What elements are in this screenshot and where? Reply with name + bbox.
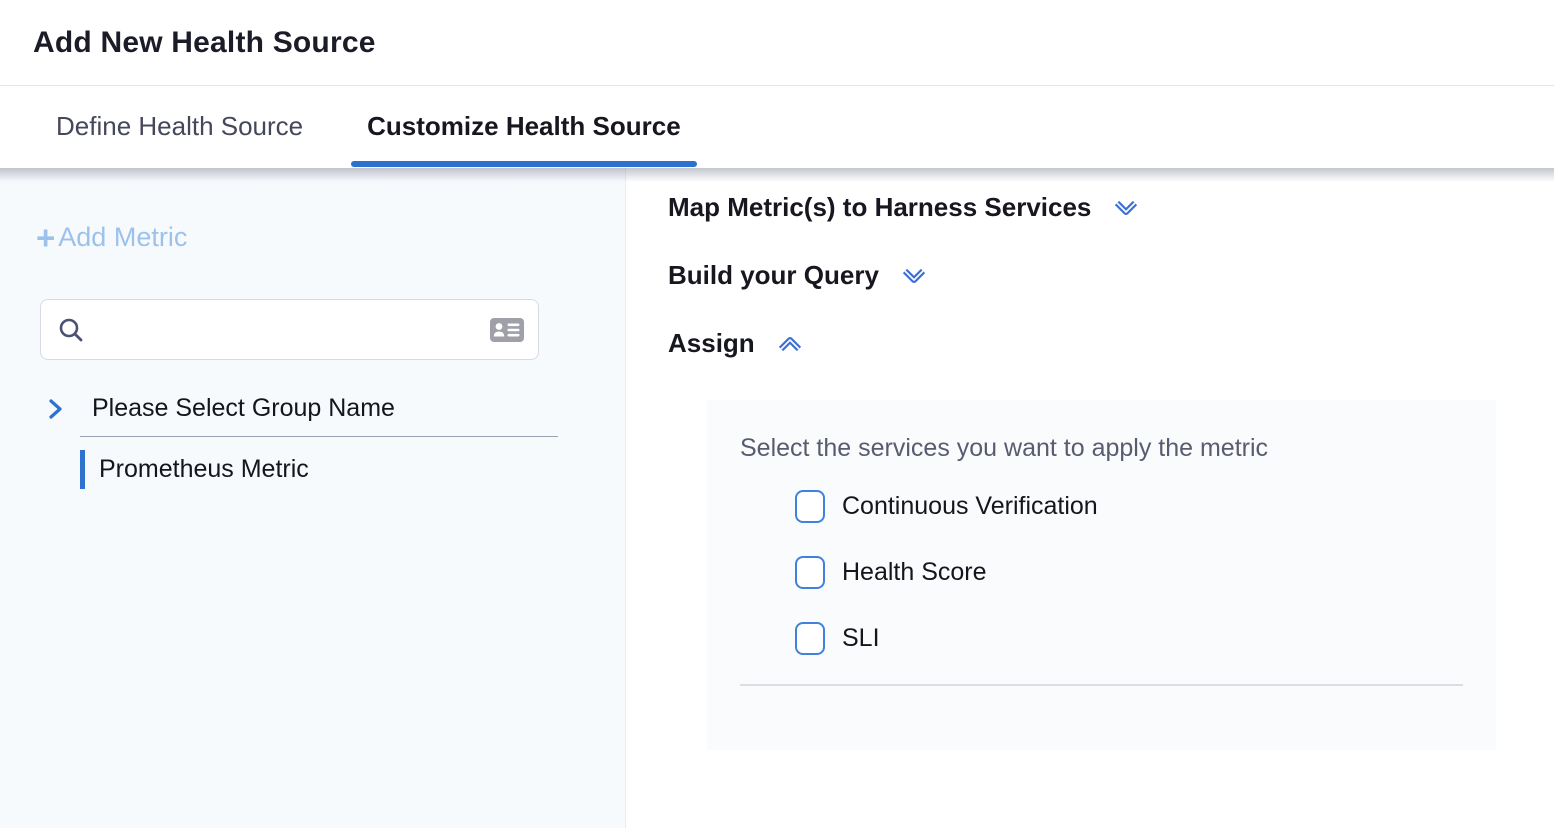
section-title: Build your Query bbox=[668, 260, 879, 291]
assign-panel: Select the services you want to apply th… bbox=[707, 400, 1496, 750]
group-name-label: Please Select Group Name bbox=[92, 394, 395, 423]
checkbox-label: SLI bbox=[842, 624, 880, 653]
continuous-verification-checkbox[interactable] bbox=[795, 490, 825, 523]
checkbox-label: Health Score bbox=[842, 558, 987, 587]
search-input[interactable] bbox=[95, 315, 479, 345]
metric-group-expander[interactable]: Please Select Group Name bbox=[0, 394, 395, 423]
group-divider bbox=[80, 436, 558, 437]
section-title: Map Metric(s) to Harness Services bbox=[668, 192, 1091, 223]
assign-prompt: Select the services you want to apply th… bbox=[707, 400, 1496, 463]
tab-customize-health-source[interactable]: Customize Health Source bbox=[351, 86, 697, 167]
add-metric-label: Add Metric bbox=[58, 222, 187, 253]
plus-icon: + bbox=[36, 224, 55, 251]
health-score-checkbox[interactable] bbox=[795, 556, 825, 589]
chevron-up-icon bbox=[775, 329, 805, 359]
section-title: Assign bbox=[668, 328, 755, 359]
metric-search-box bbox=[40, 299, 539, 360]
tab-label: Customize Health Source bbox=[367, 111, 681, 142]
chevron-down-icon bbox=[899, 261, 929, 291]
add-health-source-dialog: Add New Health Source Define Health Sour… bbox=[0, 0, 1554, 828]
section-build-query-toggle[interactable]: Build your Query bbox=[668, 261, 929, 290]
chevron-right-icon bbox=[42, 396, 68, 422]
sli-checkbox[interactable] bbox=[795, 622, 825, 655]
section-assign-toggle[interactable]: Assign bbox=[668, 329, 805, 358]
dialog-header: Add New Health Source bbox=[0, 0, 1554, 86]
page-title: Add New Health Source bbox=[33, 26, 376, 60]
tab-bar: Define Health Source Customize Health So… bbox=[0, 86, 1554, 167]
checkbox-label: Continuous Verification bbox=[842, 492, 1098, 521]
metrics-sidebar: + Add Metric bbox=[0, 168, 626, 828]
customize-health-source-panel: Map Metric(s) to Harness Services Build … bbox=[626, 168, 1554, 828]
search-icon bbox=[57, 316, 85, 344]
dialog-body: + Add Metric bbox=[0, 168, 1554, 828]
contact-card-list-icon[interactable] bbox=[489, 315, 525, 345]
metric-list-item-prometheus[interactable]: Prometheus Metric bbox=[80, 450, 309, 489]
section-map-metrics-toggle[interactable]: Map Metric(s) to Harness Services bbox=[668, 193, 1141, 222]
assign-divider bbox=[740, 684, 1463, 686]
add-metric-button[interactable]: + Add Metric bbox=[36, 222, 187, 253]
chevron-down-icon bbox=[1111, 193, 1141, 223]
option-row-sli: SLI bbox=[795, 621, 1496, 655]
metric-item-label: Prometheus Metric bbox=[99, 455, 309, 484]
option-row-continuous-verification: Continuous Verification bbox=[795, 489, 1496, 523]
option-row-health-score: Health Score bbox=[795, 555, 1496, 589]
active-tab-underline bbox=[351, 161, 697, 167]
tab-define-health-source[interactable]: Define Health Source bbox=[56, 86, 303, 167]
